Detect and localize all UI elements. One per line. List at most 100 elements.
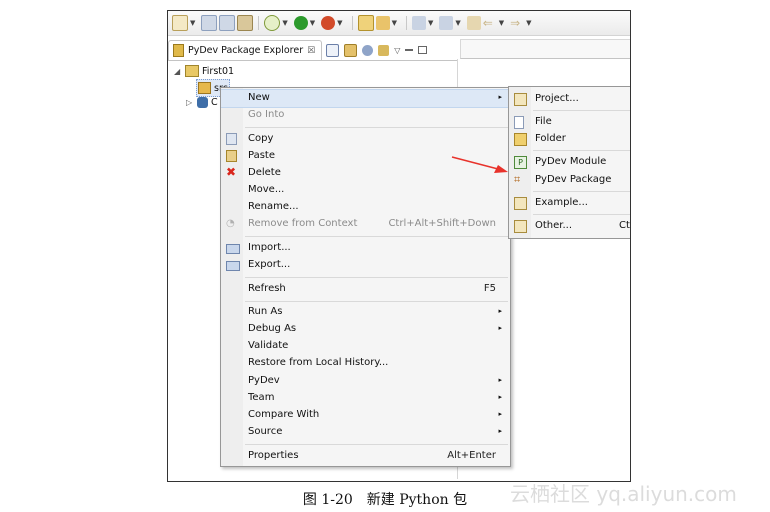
submenu-arrow-icon: ▸ [498, 427, 502, 435]
example-icon [514, 197, 527, 210]
menu-separator [245, 301, 508, 302]
figure-caption: 图 1-20 新建 Python 包 [302, 492, 468, 508]
new-folder-icon [514, 133, 527, 146]
toolbar-separator [258, 16, 260, 30]
debug-icon[interactable] [264, 15, 281, 31]
menu-item-properties[interactable]: Properties Alt+Enter [221, 448, 510, 465]
menu-item-copy[interactable]: Copy [221, 131, 510, 148]
package-explorer-icon [173, 44, 184, 57]
menu-separator [245, 277, 508, 278]
submenu-separator [533, 150, 630, 151]
menu-item-run-as[interactable]: Run As ▸ [221, 304, 510, 321]
dropdown-arrow-icon[interactable]: ▼ [310, 19, 315, 27]
submenu-arrow-icon: ▸ [498, 93, 502, 101]
run-icon[interactable] [293, 16, 308, 30]
submenu-separator [533, 214, 630, 215]
back-icon[interactable]: ⇐ [483, 16, 497, 30]
menu-item-validate[interactable]: Validate [221, 338, 510, 355]
menu-separator [245, 236, 508, 237]
menu-item-export[interactable]: Export... [221, 257, 510, 274]
dropdown-arrow-icon[interactable]: ▼ [282, 19, 287, 27]
menu-item-import[interactable]: Import... [221, 240, 510, 257]
last-edit-icon[interactable] [466, 16, 481, 30]
prev-annotation-icon[interactable] [439, 16, 454, 30]
expand-arrow-icon[interactable]: ◢ [174, 67, 182, 76]
tree-item-project[interactable]: ◢ First01 [174, 63, 234, 79]
print-icon[interactable] [237, 15, 254, 31]
submenu-item-pydev-package[interactable]: ⌗ PyDev Package [509, 172, 630, 189]
toolbar-separator [351, 16, 353, 30]
menu-item-refresh[interactable]: Refresh F5 [221, 281, 510, 298]
project-label: First01 [202, 65, 235, 77]
paste-icon [226, 150, 237, 162]
panel-title: PyDev Package Explorer [188, 45, 304, 56]
tree-item-interpreter[interactable]: ▷ C [186, 94, 218, 110]
interpreter-label: C [211, 96, 218, 108]
menu-item-pydev[interactable]: PyDev ▸ [221, 373, 510, 390]
menu-item-source[interactable]: Source ▸ [221, 424, 510, 441]
link-with-editor-icon[interactable] [344, 43, 358, 57]
panel-tabbar: PyDev Package Explorer ☒ ▽ [168, 39, 458, 61]
dropdown-arrow-icon[interactable]: ▼ [455, 19, 460, 27]
menu-item-new[interactable]: New ▸ [221, 89, 510, 108]
menu-item-remove-from-context[interactable]: ◔ Remove from Context Ctrl+Alt+Shift+Dow… [221, 216, 510, 233]
menu-item-rename[interactable]: Rename... [221, 199, 510, 216]
menu-item-restore-local-history[interactable]: Restore from Local History... [221, 355, 510, 372]
source-folder-icon [198, 82, 211, 94]
minimize-icon[interactable] [405, 49, 414, 51]
filter-icon[interactable] [362, 44, 374, 56]
dropdown-arrow-icon[interactable]: ▼ [392, 19, 397, 27]
project-icon [185, 65, 199, 77]
submenu-arrow-icon: ▸ [498, 324, 502, 332]
collapse-all-icon[interactable] [326, 43, 340, 57]
menu-item-go-into[interactable]: Go Into [221, 107, 510, 124]
dropdown-arrow-icon[interactable]: ▼ [190, 19, 195, 27]
menu-separator [245, 127, 508, 128]
editor-area-header [460, 39, 630, 59]
main-toolbar: ▼ ▼ ▼ ▼ ▼ ▼ ▼ ⇐ ▼ ⇒ ▼ [168, 11, 630, 36]
menu-item-team[interactable]: Team ▸ [221, 390, 510, 407]
collapse-arrow-icon[interactable]: ▷ [186, 98, 194, 107]
next-annotation-icon[interactable] [411, 16, 426, 30]
submenu-arrow-icon: ▸ [498, 376, 502, 384]
delete-icon: ✖ [226, 165, 237, 179]
dropdown-arrow-icon[interactable]: ▼ [337, 19, 342, 27]
submenu-arrow-icon: ▸ [498, 393, 502, 401]
submenu-item-example[interactable]: Example... [509, 195, 630, 212]
submenu-item-pydev-module[interactable]: P PyDev Module [509, 154, 630, 171]
export-icon [226, 261, 240, 271]
forward-icon[interactable]: ⇒ [510, 16, 524, 30]
dropdown-arrow-icon[interactable]: ▼ [526, 19, 531, 27]
annotation-arrow-shaft [451, 156, 499, 170]
submenu-item-file[interactable]: File [509, 114, 630, 131]
focus-icon[interactable] [378, 44, 390, 56]
external-tools-icon[interactable] [321, 16, 336, 30]
pydev-package-icon: ⌗ [514, 173, 521, 186]
new-submenu: Project... File Folder P PyDev Module ⌗ … [508, 86, 630, 239]
panel-tools: ▽ [326, 43, 428, 57]
panel-border [168, 60, 458, 61]
save-all-icon[interactable] [219, 15, 236, 31]
menu-item-debug-as[interactable]: Debug As ▸ [221, 321, 510, 338]
open-folder-icon[interactable] [357, 15, 374, 31]
submenu-item-other[interactable]: Other... Ctr [509, 218, 630, 235]
maximize-icon[interactable] [418, 46, 428, 54]
menu-separator [245, 444, 508, 445]
copy-icon [226, 133, 237, 145]
tab-pydev-package-explorer[interactable]: PyDev Package Explorer ☒ [168, 39, 323, 61]
view-menu-icon[interactable]: ▽ [394, 46, 400, 55]
new-wizard-icon[interactable] [172, 15, 188, 31]
other-wizard-icon [514, 220, 527, 233]
submenu-item-project[interactable]: Project... [509, 91, 630, 108]
submenu-item-folder[interactable]: Folder [509, 131, 630, 148]
import-icon [226, 244, 240, 254]
close-icon[interactable]: ☒ [307, 46, 315, 56]
pydev-module-icon: P [514, 156, 527, 169]
menu-item-compare-with[interactable]: Compare With ▸ [221, 407, 510, 424]
toolbar-separator [405, 16, 407, 30]
dropdown-arrow-icon[interactable]: ▼ [428, 19, 433, 27]
menu-item-move[interactable]: Move... [221, 182, 510, 199]
pen-icon[interactable] [375, 16, 390, 30]
save-icon[interactable] [201, 15, 218, 31]
dropdown-arrow-icon[interactable]: ▼ [499, 19, 504, 27]
